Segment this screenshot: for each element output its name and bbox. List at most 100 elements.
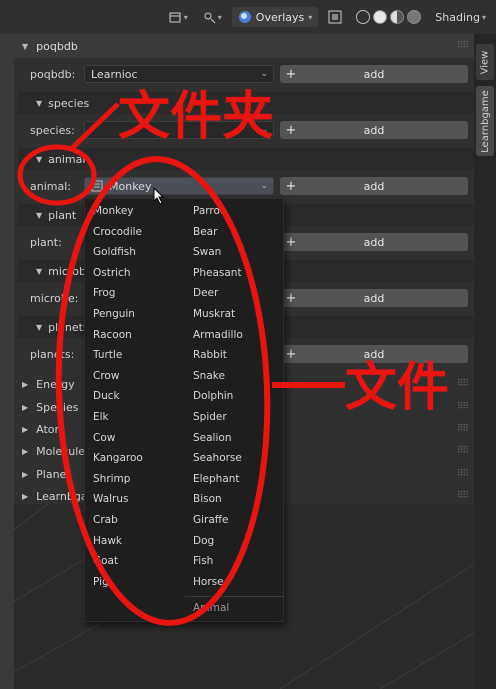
gizmo-icon xyxy=(204,12,216,24)
dropdown-item[interactable]: Parrot xyxy=(185,201,283,221)
dropdown-item[interactable]: Sealion xyxy=(185,428,283,448)
dropdown-item[interactable]: Elk xyxy=(85,407,183,427)
dropdown-item[interactable]: Seahorse xyxy=(185,448,283,468)
dropdown-item[interactable]: Swan xyxy=(185,242,283,262)
species-title: species xyxy=(48,96,90,110)
expand-triangle-icon: ▼ xyxy=(36,266,43,276)
solid-shading-icon[interactable] xyxy=(373,10,388,24)
view-transform-button[interactable]: ▾ xyxy=(164,7,192,27)
animal-label: animal: xyxy=(30,179,71,193)
dropdown-item[interactable]: Monkey xyxy=(85,201,183,221)
dropdown-item[interactable]: Walrus xyxy=(85,489,183,509)
animal-add-button[interactable]: + add xyxy=(280,177,468,195)
dropdown-item[interactable]: Duck xyxy=(85,386,183,406)
dropdown-item[interactable]: Shrimp xyxy=(85,469,183,489)
dropdown-item[interactable]: Dolphin xyxy=(185,386,283,406)
plus-icon: + xyxy=(285,178,297,194)
poqbdb-add-button[interactable]: + add xyxy=(280,65,468,83)
drag-handle-icon[interactable]: ⠿⠿ xyxy=(457,41,469,51)
chevron-down-icon: ⌄ xyxy=(260,181,268,191)
dropdown-item[interactable]: Cow xyxy=(85,428,183,448)
drag-handle-icon[interactable]: ⠿⠿ xyxy=(457,402,469,412)
panel-header[interactable]: ▼ poqbdb ⠿⠿ xyxy=(14,34,474,58)
shading-dropdown[interactable]: Shading ▾ xyxy=(431,7,490,27)
wireframe-shading-icon[interactable] xyxy=(356,10,371,24)
tab-learnbgame[interactable]: Learnbgame xyxy=(476,86,494,156)
dropdown-item[interactable]: Frog xyxy=(85,283,183,303)
tab-learnbgame-label: Learnbgame xyxy=(479,89,491,153)
dropdown-item[interactable]: Elephant xyxy=(185,469,283,489)
material-shading-icon[interactable] xyxy=(390,10,405,24)
dropdown-item[interactable]: Bear xyxy=(185,222,283,242)
viewport-header: ▾ ▾ Overlays ▾ Shading ▾ xyxy=(0,0,496,34)
xray-button[interactable] xyxy=(324,7,346,27)
xray-icon xyxy=(328,10,342,24)
dropdown-item[interactable]: Horse xyxy=(185,572,283,592)
plant-label: plant: xyxy=(30,235,62,249)
dropdown-item[interactable]: Turtle xyxy=(85,345,183,365)
collapsed-label: Learnbga xyxy=(36,489,88,503)
animal-subheader[interactable]: ▼ animal xyxy=(18,148,474,170)
poqbdb-select[interactable]: Learnioc ⌄ xyxy=(84,65,274,83)
collapse-triangle-icon: ▶ xyxy=(22,402,29,412)
dropdown-item[interactable]: Penguin xyxy=(85,304,183,324)
overlays-icon xyxy=(238,11,251,23)
drag-handle-icon[interactable]: ⠿⠿ xyxy=(457,491,469,501)
poqbdb-label: poqbdb: xyxy=(30,67,76,81)
dropdown-item[interactable]: Goldfish xyxy=(85,242,183,262)
dropdown-item[interactable]: Crow xyxy=(85,366,183,386)
animal-dropdown-menu: Monkey Crocodile Goldfish Ostrich Frog Pengui… xyxy=(84,198,284,622)
dropdown-item[interactable]: Dog xyxy=(185,531,283,551)
microbe-add-button[interactable]: + add xyxy=(280,289,468,307)
drag-handle-icon[interactable]: ⠿⠿ xyxy=(457,424,469,434)
dropdown-item[interactable]: Deer xyxy=(185,283,283,303)
expand-triangle-icon: ▼ xyxy=(22,41,29,51)
dropdown-item[interactable]: Goat xyxy=(85,551,183,571)
plant-add-button[interactable]: + add xyxy=(280,233,468,251)
microbe-label: microbe: xyxy=(30,291,79,305)
dropdown-item[interactable]: Muskrat xyxy=(185,304,283,324)
chevron-down-icon: ▾ xyxy=(308,12,313,22)
overlays-button[interactable]: Overlays ▾ xyxy=(231,7,319,27)
dropdown-item[interactable]: Crab xyxy=(85,510,183,530)
drag-handle-icon[interactable]: ⠿⠿ xyxy=(457,469,469,479)
poqbdb-value: Learnioc xyxy=(91,67,138,81)
expand-triangle-icon: ▼ xyxy=(36,322,43,332)
dropdown-item[interactable]: Racoon xyxy=(85,325,183,345)
dropdown-item[interactable]: Pig xyxy=(85,572,183,592)
chevron-down-icon: ▾ xyxy=(217,12,222,22)
rendered-shading-icon[interactable] xyxy=(407,10,422,24)
expand-triangle-icon: ▼ xyxy=(36,98,43,108)
drag-handle-icon[interactable]: ⠿⠿ xyxy=(457,379,469,389)
dropdown-item[interactable]: Spider xyxy=(185,407,283,427)
dropdown-item[interactable]: Giraffe xyxy=(185,510,283,530)
species-add-button[interactable]: + add xyxy=(280,121,468,139)
animal-select[interactable]: Monkey ⌄ xyxy=(84,177,274,195)
dropdown-item[interactable]: Rabbit xyxy=(185,345,283,365)
collapse-triangle-icon: ▶ xyxy=(22,469,29,479)
animal-title: animal xyxy=(48,152,86,166)
dropdown-item[interactable]: Bison xyxy=(185,489,283,509)
dropdown-item[interactable]: Fish xyxy=(185,551,283,571)
collapsed-label: Molecule xyxy=(36,444,86,458)
tab-view[interactable]: View xyxy=(476,44,494,80)
plus-icon: + xyxy=(285,122,297,138)
chevron-down-icon: ⌄ xyxy=(260,69,268,79)
file-annotation-text: 文件 xyxy=(345,358,450,418)
dropdown-item[interactable]: Snake xyxy=(185,366,283,386)
dropdown-item[interactable]: Crocodile xyxy=(85,222,183,242)
collapse-triangle-icon: ▶ xyxy=(22,379,29,389)
dropdown-item[interactable]: Armadillo xyxy=(185,325,283,345)
panel-title: poqbdb xyxy=(36,39,78,53)
shading-modes xyxy=(352,7,425,27)
dropdown-footer: Animal xyxy=(185,596,284,618)
drag-handle-icon[interactable]: ⠿⠿ xyxy=(457,446,469,456)
dropdown-item[interactable]: Ostrich xyxy=(85,263,183,283)
collapsed-label: Atom xyxy=(36,422,66,436)
dropdown-item[interactable]: Kangaroo xyxy=(85,448,183,468)
gizmo-button[interactable]: ▾ xyxy=(198,7,226,27)
add-label: add xyxy=(363,67,385,81)
dropdown-item[interactable]: Hawk xyxy=(85,531,183,551)
chevron-down-icon: ▾ xyxy=(481,12,486,22)
dropdown-item[interactable]: Pheasant xyxy=(185,263,283,283)
